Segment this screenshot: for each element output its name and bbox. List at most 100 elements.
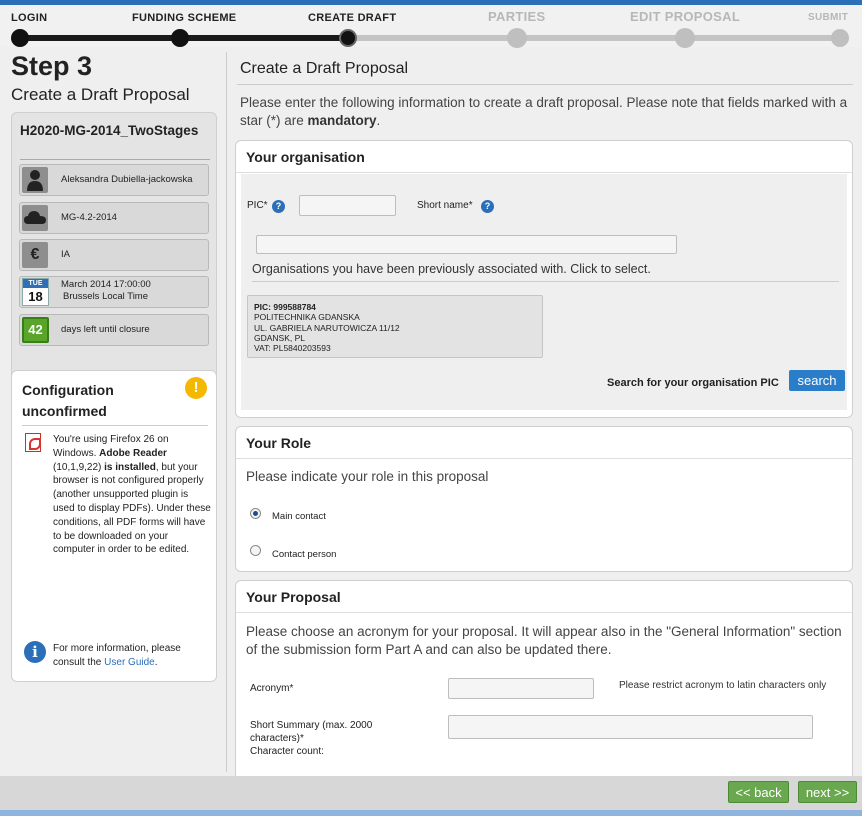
- step-dot-login: [11, 29, 29, 47]
- role-section-divider: [236, 458, 852, 459]
- organisation-card[interactable]: PIC: 999588784 POLITECHNIKA GDANSKA UL. …: [247, 295, 543, 358]
- configuration-message: You're using Firefox 26 on Windows. Adob…: [53, 433, 211, 557]
- window-bottom-strip: [0, 810, 862, 816]
- call-item-type-text: IA: [61, 249, 70, 260]
- role-section: Your Role Please indicate your role in t…: [235, 426, 853, 572]
- organisation-section: Your organisation PIC* ? Short name* ? O…: [235, 140, 853, 418]
- call-info-box: H2020-MG-2014_TwoStages Aleksandra Dubie…: [11, 112, 217, 406]
- config-msg-version: (10,1,9,22): [53, 461, 105, 473]
- step-dot-parties: [507, 28, 527, 48]
- organisation-section-divider: [236, 172, 852, 173]
- page-title: Create a Draft Proposal: [240, 60, 409, 77]
- calendar-day: 18: [28, 289, 43, 304]
- proposal-section-divider: [236, 612, 852, 613]
- step-dot-submit: [831, 29, 849, 47]
- step-dot-funding-scheme: [171, 29, 189, 47]
- role-prompt: Please indicate your role in this propos…: [246, 469, 489, 484]
- calendar-icon: TUE 18: [22, 278, 49, 306]
- user-guide-note: For more information, please consult the…: [53, 642, 211, 670]
- main-contact-label: Main contact: [272, 511, 326, 522]
- person-icon: [22, 167, 48, 193]
- call-item-deadline: TUE 18 March 2014 17:00:00 Brussels Loca…: [19, 276, 209, 308]
- short-summary-label: Short Summary (max. 2000 characters)* Ch…: [250, 719, 410, 758]
- config-msg-installed: is installed: [104, 461, 156, 473]
- call-item-user-text: Aleksandra Dubiella-jackowska: [61, 174, 193, 185]
- config-msg-post: , but your browser is not configured pro…: [53, 461, 211, 556]
- pic-help-icon[interactable]: ?: [272, 200, 285, 213]
- step-subtitle: Create a Draft Proposal: [11, 85, 190, 104]
- title-divider: [237, 84, 853, 85]
- bottom-nav-bar: << back next >>: [0, 776, 862, 810]
- configuration-warning-box: Configuration unconfirmed ! You're using…: [11, 370, 217, 682]
- short-summary-label-text: Short Summary (max. 2000 characters)*: [250, 720, 373, 744]
- step-label-create-draft: CREATE DRAFT: [308, 12, 397, 24]
- intro-text: Please enter the following information t…: [240, 94, 850, 130]
- step-label-submit: SUBMIT: [808, 12, 849, 23]
- configuration-divider: [22, 425, 208, 426]
- intro-post: .: [376, 113, 381, 128]
- info-icon: i: [24, 641, 46, 663]
- step-dot-create-draft: [339, 29, 357, 47]
- main-contact-radio[interactable]: [250, 508, 261, 519]
- main-content: Create a Draft Proposal Please enter the…: [227, 48, 862, 776]
- intro-mandatory: mandatory: [307, 113, 377, 128]
- previous-organisations-divider: [252, 281, 839, 282]
- contact-person-radio[interactable]: [250, 545, 261, 556]
- step-label-login: LOGIN: [11, 12, 48, 24]
- euro-icon: €: [22, 242, 48, 268]
- progress-stepper: LOGIN FUNDING SCHEME CREATE DRAFT PARTIE…: [0, 5, 862, 48]
- back-button[interactable]: << back: [728, 781, 789, 803]
- contact-person-label: Contact person: [272, 549, 337, 560]
- call-item-user: Aleksandra Dubiella-jackowska: [19, 164, 209, 196]
- org-city: GDANSK, PL: [254, 332, 306, 343]
- next-button[interactable]: next >>: [798, 781, 857, 803]
- user-guide-post: .: [154, 656, 158, 668]
- step-dot-edit-proposal: [675, 28, 695, 48]
- short-name-label: Short name*: [417, 200, 473, 211]
- org-pic: PIC: 999588784: [254, 302, 316, 312]
- days-counter-icon: 42: [22, 317, 49, 343]
- org-name: POLITECHNIKA GDANSKA: [254, 312, 360, 323]
- config-msg-adobe: Adobe Reader: [99, 447, 167, 459]
- sidebar: Step 3 Create a Draft Proposal H2020-MG-…: [0, 48, 226, 776]
- call-identifier: H2020-MG-2014_TwoStages: [20, 123, 199, 138]
- short-name-help-icon[interactable]: ?: [481, 200, 494, 213]
- step-title: Step 3: [11, 51, 93, 81]
- org-vat: VAT: PL5840203593: [254, 343, 331, 354]
- page: LOGIN FUNDING SCHEME CREATE DRAFT PARTIE…: [0, 0, 862, 816]
- call-item-days-left: 42 days left until closure: [19, 314, 209, 346]
- call-item-topic: MG-4.2-2014: [19, 202, 209, 234]
- short-name-input[interactable]: [256, 235, 677, 254]
- acronym-input[interactable]: [448, 678, 594, 699]
- stepper-track-remaining: [350, 35, 840, 41]
- call-divider: [20, 159, 210, 160]
- proposal-section-title: Your Proposal: [246, 589, 341, 605]
- cloud-icon: [22, 205, 48, 231]
- call-item-deadline-text: March 2014 17:00:00 Brussels Local Time: [61, 277, 209, 307]
- call-item-topic-text: MG-4.2-2014: [61, 212, 117, 223]
- configuration-title: Configuration unconfirmed: [22, 382, 114, 419]
- org-street: UL. GABRIELA NARUTOWICZA 11/12: [254, 322, 400, 333]
- pdf-icon: [25, 433, 41, 452]
- call-item-type: € IA: [19, 239, 209, 271]
- acronym-hint: Please restrict acronym to latin charact…: [619, 680, 827, 691]
- proposal-prompt: Please choose an acronym for your propos…: [246, 624, 842, 657]
- user-guide-link[interactable]: User Guide: [104, 657, 155, 668]
- character-count-label: Character count:: [250, 746, 324, 757]
- warning-icon: !: [185, 377, 207, 399]
- short-summary-textarea[interactable]: [448, 715, 813, 739]
- acronym-label: Acronym*: [250, 683, 294, 694]
- search-button[interactable]: search: [789, 370, 845, 391]
- step-label-funding-scheme: FUNDING SCHEME: [132, 12, 237, 24]
- call-item-days-left-text: days left until closure: [61, 324, 150, 335]
- previous-organisations-title: Organisations you have been previously a…: [252, 262, 651, 276]
- pic-label: PIC*: [247, 200, 268, 211]
- search-pic-label: Search for your organisation PIC: [607, 377, 779, 389]
- deadline-timezone: Brussels Local Time: [63, 291, 149, 302]
- pic-input[interactable]: [299, 195, 396, 216]
- step-label-edit-proposal: EDIT PROPOSAL: [630, 9, 741, 24]
- role-section-title: Your Role: [246, 435, 312, 451]
- step-label-parties: PARTIES: [488, 9, 546, 24]
- calendar-month: TUE: [23, 279, 48, 288]
- proposal-section: Your Proposal Please choose an acronym f…: [235, 580, 853, 776]
